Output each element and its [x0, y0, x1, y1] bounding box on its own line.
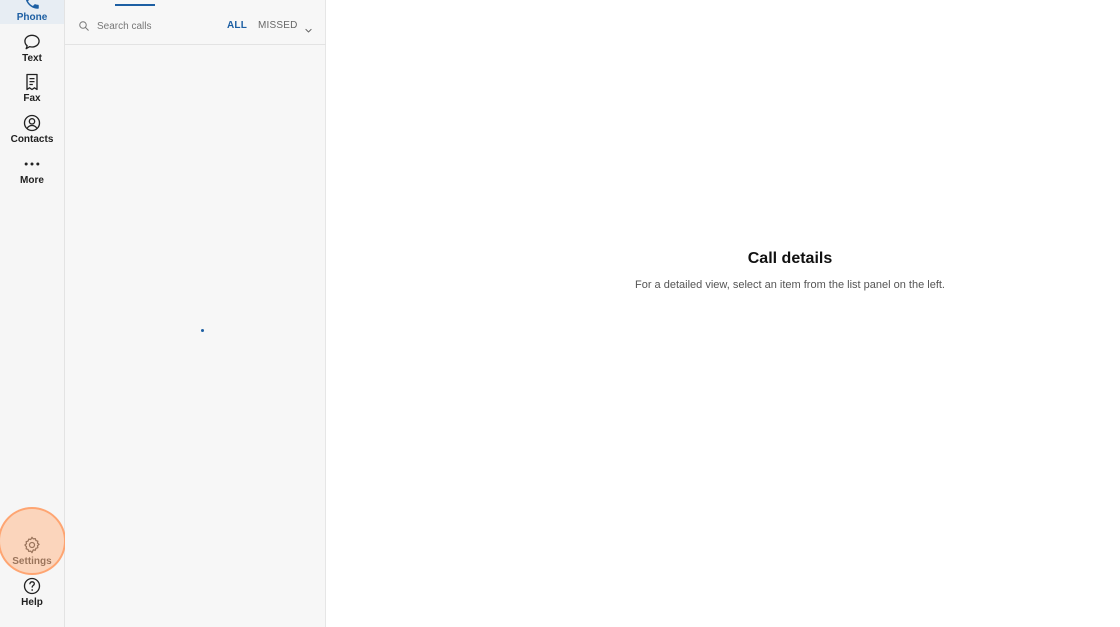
fax-document-icon: [22, 72, 42, 92]
nav-label-fax: Fax: [23, 93, 41, 104]
phone-icon: [23, 0, 41, 11]
nav-label-settings: Settings: [12, 556, 52, 567]
nav-item-help[interactable]: Help: [0, 568, 64, 609]
nav-item-more[interactable]: More: [0, 146, 64, 187]
app-window: Phone Text Fax Contacts More Settings He…: [0, 0, 1120, 627]
nav-label-contacts: Contacts: [10, 134, 54, 145]
nav-rail: Phone Text Fax Contacts More Settings He…: [0, 0, 66, 627]
nav-item-fax[interactable]: Fax: [0, 64, 64, 105]
filter-missed-button[interactable]: MISSED: [258, 20, 298, 32]
search-icon: [78, 19, 90, 37]
search-filter-bar: ALL MISSED: [65, 7, 326, 45]
calls-list-panel: ALL MISSED: [65, 0, 326, 627]
filter-all-button[interactable]: ALL: [227, 20, 247, 32]
nav-item-text[interactable]: Text: [0, 24, 64, 65]
gear-icon: [22, 535, 42, 555]
nav-item-contacts[interactable]: Contacts: [0, 105, 64, 146]
contact-person-icon: [22, 113, 42, 133]
nav-label-help: Help: [21, 597, 43, 608]
call-details-pane: Call details For a detailed view, select…: [326, 0, 1120, 627]
more-dots-icon: [22, 154, 42, 174]
help-circle-icon: [22, 576, 42, 596]
nav-label-phone: Phone: [16, 12, 48, 23]
call-details-hint: For a detailed view, select an item from…: [635, 279, 945, 291]
active-tab-indicator: [115, 4, 155, 6]
chat-bubble-icon: [22, 32, 42, 52]
nav-item-phone[interactable]: Phone: [0, 0, 64, 24]
chevron-down-icon[interactable]: [304, 22, 313, 40]
nav-label-more: More: [20, 175, 44, 186]
call-details-title: Call details: [747, 250, 833, 267]
search-calls-input[interactable]: [97, 17, 217, 35]
nav-item-settings[interactable]: Settings: [0, 527, 64, 568]
loading-spinner: [201, 329, 204, 332]
